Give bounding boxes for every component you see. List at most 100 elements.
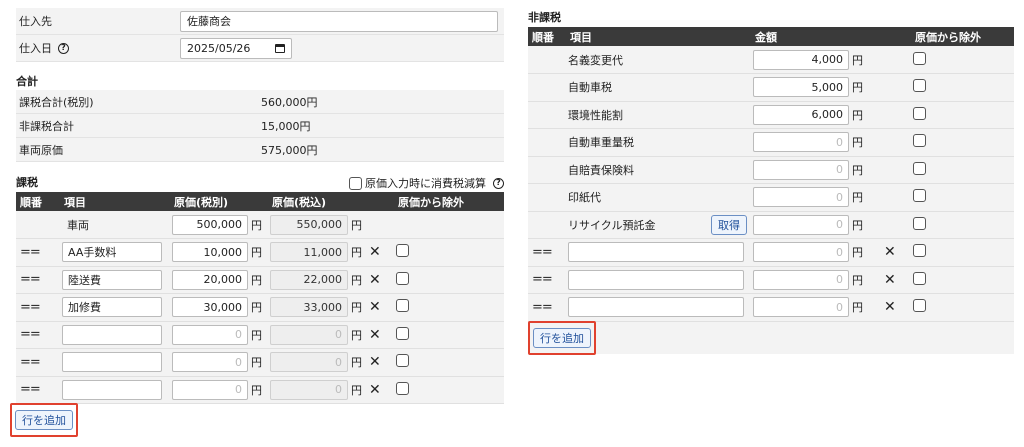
help-icon[interactable]: ? xyxy=(493,177,504,189)
table-row: == 0円 0 円 ✕ xyxy=(16,348,504,376)
cost-inc-field: 22,000 xyxy=(270,269,348,290)
drag-handle-icon[interactable]: == xyxy=(530,245,553,260)
table-row: == 0 円 ✕ xyxy=(528,266,1014,294)
drag-handle-icon[interactable]: == xyxy=(18,300,41,315)
exclude-checkbox[interactable] xyxy=(913,271,926,285)
drag-handle-icon[interactable]: == xyxy=(18,382,41,397)
amount-input[interactable]: 5,000 xyxy=(753,77,849,98)
fee-item-label: 環境性能割 xyxy=(568,108,623,122)
amount-input[interactable]: 0 xyxy=(753,187,849,208)
item-input[interactable] xyxy=(62,379,162,400)
cost-inc-field: 11,000 xyxy=(270,242,348,263)
tax-reduce-label: 原価入力時に消費税減算 xyxy=(365,177,486,190)
delete-icon[interactable]: ✕ xyxy=(369,354,381,370)
cost-ex-input[interactable]: 30,000 xyxy=(172,297,248,318)
cost-inc-field: 0 xyxy=(270,379,348,400)
col-header: 項目 xyxy=(64,195,86,209)
purchase-date-input[interactable]: 2025/05/26 xyxy=(180,37,292,59)
delete-icon[interactable]: ✕ xyxy=(884,244,896,260)
exclude-checkbox[interactable] xyxy=(396,244,409,258)
cost-ex-input[interactable]: 20,000 xyxy=(172,269,248,290)
exclude-checkbox[interactable] xyxy=(913,106,926,120)
delete-icon[interactable]: ✕ xyxy=(369,244,381,260)
add-row-button[interactable]: 行を追加 xyxy=(15,410,73,430)
drag-handle-icon[interactable]: == xyxy=(18,355,41,370)
table-row: 環境性能割 6,000 円 xyxy=(528,101,1014,129)
taxable-add-row-area: 行を追加 xyxy=(10,403,504,437)
col-header: 原価から除外 xyxy=(398,195,464,209)
exclude-checkbox[interactable] xyxy=(913,79,926,93)
drag-handle-icon[interactable]: == xyxy=(18,245,41,260)
amount-input[interactable]: 0 xyxy=(753,214,849,235)
amount-input[interactable]: 4,000 xyxy=(753,49,849,70)
drag-handle-icon[interactable]: == xyxy=(530,272,553,287)
table-row: == 0円 0 円 ✕ xyxy=(16,376,504,404)
table-row: == AA手数料 10,000 円 11,000 円 ✕ xyxy=(16,238,504,266)
exclude-checkbox[interactable] xyxy=(913,299,926,313)
taxable-title: 課税 xyxy=(16,176,38,189)
col-header: 順番 xyxy=(532,30,554,44)
table-row: == 0 円 ✕ xyxy=(528,293,1014,321)
exclude-checkbox[interactable] xyxy=(396,354,409,368)
amount-input[interactable]: 0 xyxy=(753,132,849,153)
help-icon[interactable]: ? xyxy=(58,42,69,54)
tax-reduce-checkbox[interactable] xyxy=(349,176,362,190)
highlight-box: 行を追加 xyxy=(528,320,596,355)
item-input[interactable] xyxy=(568,297,744,318)
item-input[interactable]: 加修費 xyxy=(62,297,162,318)
cost-ex-input[interactable]: 10,000 xyxy=(172,242,248,263)
exclude-checkbox[interactable] xyxy=(396,271,409,285)
cost-ex-input[interactable]: 500,000 xyxy=(172,214,248,235)
amount-input[interactable]: 0 xyxy=(753,242,849,263)
exclude-checkbox[interactable] xyxy=(913,161,926,175)
table-row: 車両 500,000 円 550,000 円 xyxy=(16,211,504,239)
item-input[interactable] xyxy=(568,269,744,290)
drag-handle-icon[interactable]: == xyxy=(18,272,41,287)
cost-inc-field: 550,000 xyxy=(270,214,348,235)
cost-inc-field: 0 xyxy=(270,352,348,373)
exclude-checkbox[interactable] xyxy=(913,244,926,258)
item-input[interactable]: AA手数料 xyxy=(62,242,162,263)
delete-icon[interactable]: ✕ xyxy=(884,272,896,288)
exclude-checkbox[interactable] xyxy=(396,299,409,313)
item-input[interactable] xyxy=(62,352,162,373)
drag-handle-icon[interactable]: == xyxy=(530,300,553,315)
fee-item-label: 名義変更代 xyxy=(568,53,623,67)
item-input[interactable] xyxy=(62,324,162,345)
cost-ex-input[interactable]: 0 xyxy=(172,324,248,345)
exclude-checkbox[interactable] xyxy=(396,326,409,340)
table-row: 自賠責保険料 0円 xyxy=(528,156,1014,184)
supplier-input[interactable]: 佐藤商会 xyxy=(180,10,498,32)
exclude-checkbox[interactable] xyxy=(913,189,926,203)
amount-input[interactable]: 0 xyxy=(753,297,849,318)
fee-item-label: 自動車税 xyxy=(568,81,612,95)
item-input[interactable] xyxy=(568,242,744,263)
table-row: 印紙代 0円 xyxy=(528,183,1014,211)
amount-input[interactable]: 0 xyxy=(753,159,849,180)
exclude-checkbox[interactable] xyxy=(396,381,409,395)
item-input[interactable]: 陸送費 xyxy=(62,269,162,290)
delete-icon[interactable]: ✕ xyxy=(884,299,896,315)
calendar-icon[interactable] xyxy=(275,43,285,53)
cost-ex-input[interactable]: 0 xyxy=(172,352,248,373)
exclude-checkbox[interactable] xyxy=(913,51,926,65)
delete-icon[interactable]: ✕ xyxy=(369,299,381,315)
delete-icon[interactable]: ✕ xyxy=(369,327,381,343)
delete-icon[interactable]: ✕ xyxy=(369,272,381,288)
cost-ex-input[interactable]: 0 xyxy=(172,379,248,400)
delete-icon[interactable]: ✕ xyxy=(369,382,381,398)
supplier-row: 仕入先 佐藤商会 xyxy=(16,8,504,35)
table-row: 自動車重量税 0円 xyxy=(528,128,1014,156)
nontaxable-table: 順番 項目 金額 原価から除外 名義変更代 4,000 円 自動車税 5,000 円 xyxy=(528,27,1014,322)
amount-input[interactable]: 0 xyxy=(753,269,849,290)
table-row: 名義変更代 4,000 円 xyxy=(528,46,1014,74)
table-row: == 加修費 30,000 円 33,000 円 ✕ xyxy=(16,293,504,321)
exclude-checkbox[interactable] xyxy=(913,134,926,148)
cost-inc-field: 0 xyxy=(270,324,348,345)
drag-handle-icon[interactable]: == xyxy=(18,327,41,342)
fetch-button[interactable]: 取得 xyxy=(711,214,747,235)
amount-input[interactable]: 6,000 xyxy=(753,104,849,125)
add-row-button[interactable]: 行を追加 xyxy=(533,327,591,348)
exclude-checkbox[interactable] xyxy=(913,216,926,230)
col-header: 順番 xyxy=(20,195,42,209)
